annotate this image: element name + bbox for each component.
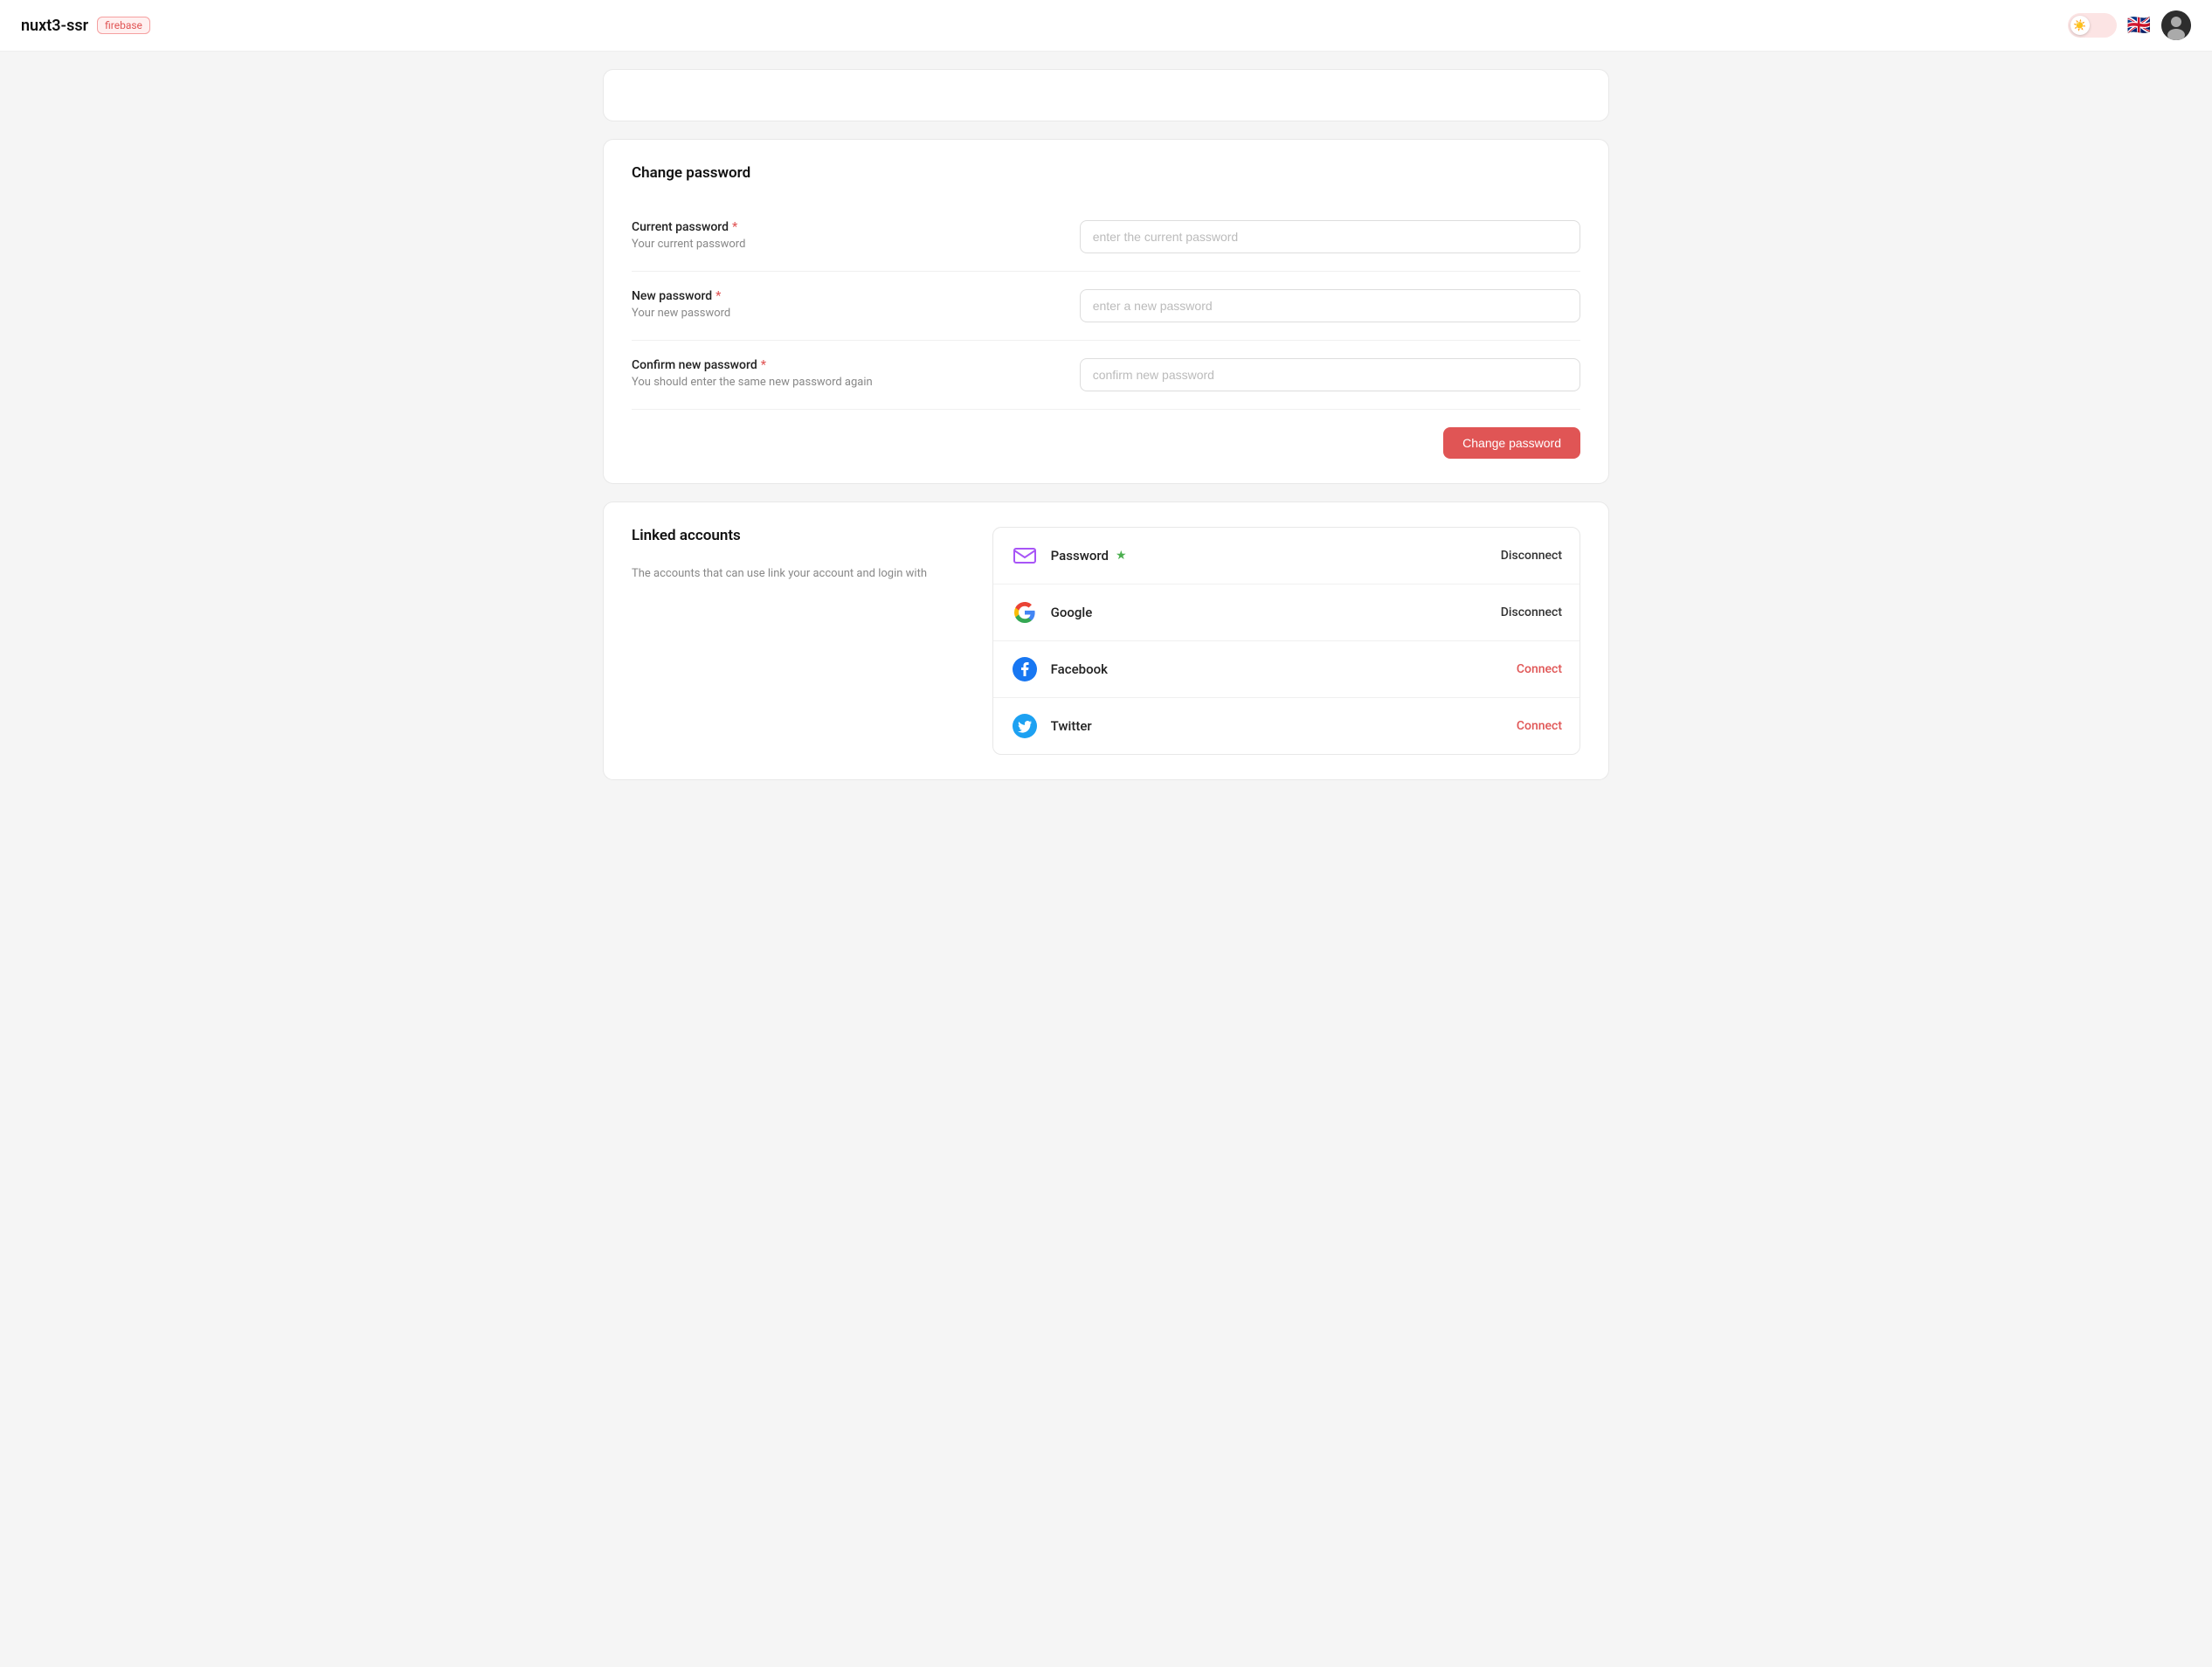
linked-accounts-left: Linked accounts The accounts that can us… [632,527,992,583]
new-password-row: New password * Your new password [632,272,1580,341]
sun-icon: ☀️ [2073,19,2086,31]
google-icon [1011,598,1039,626]
new-password-hint: Your new password [632,307,1059,320]
new-password-label-group: New password * Your new password [632,289,1059,320]
disconnect-button-password[interactable]: Disconnect [1501,549,1562,563]
confirm-password-hint: You should enter the same new password a… [632,376,1059,389]
change-password-card: Change password Current password * Your … [603,139,1609,484]
connect-button-twitter[interactable]: Connect [1517,719,1562,733]
app-title: nuxt3-ssr [21,17,88,35]
account-name-twitter: Twitter [1051,718,1504,734]
disconnect-button-google[interactable]: Disconnect [1501,605,1562,619]
new-password-input[interactable] [1080,289,1580,322]
current-password-label: Current password * [632,220,1059,234]
confirm-password-row: Confirm new password * You should enter … [632,341,1580,410]
twitter-icon [1011,712,1039,740]
account-row-twitter: Twitter Connect [993,698,1580,754]
current-password-label-group: Current password * Your current password [632,220,1059,251]
new-password-input-group [1080,289,1580,322]
current-password-row: Current password * Your current password [632,203,1580,272]
facebook-icon [1011,655,1039,683]
account-row-google: Google Disconnect [993,584,1580,641]
starred-icon: ★ [1116,549,1127,563]
linked-accounts-description: The accounts that can use link your acco… [632,565,971,583]
change-password-title: Change password [632,164,1580,182]
main-content: Change password Current password * Your … [582,52,1630,815]
account-row-password: Password ★ Disconnect [993,528,1580,584]
required-star-2: * [715,289,721,303]
header-right: ☀️ 🇬🇧 [2068,10,2191,40]
linked-accounts-title: Linked accounts [632,527,971,544]
account-row-facebook: Facebook Connect [993,641,1580,698]
new-password-label: New password * [632,289,1059,303]
current-password-hint: Your current password [632,238,1059,251]
firebase-badge: firebase [97,17,150,34]
app-header: nuxt3-ssr firebase ☀️ 🇬🇧 [0,0,2212,52]
confirm-password-label: Confirm new password * [632,358,1059,372]
required-star: * [732,220,737,234]
change-password-button[interactable]: Change password [1443,427,1580,459]
confirm-password-input[interactable] [1080,358,1580,391]
avatar[interactable] [2161,10,2191,40]
current-password-input-group [1080,220,1580,253]
linked-accounts-list: Password ★ Disconnect Google [992,527,1580,755]
flag-icon[interactable]: 🇬🇧 [2127,15,2151,37]
confirm-password-label-group: Confirm new password * You should enter … [632,358,1059,389]
account-name-google: Google [1051,605,1489,620]
top-card-strip [603,69,1609,121]
account-name-facebook: Facebook [1051,661,1504,677]
theme-toggle-thumb: ☀️ [2070,16,2090,35]
linked-accounts-card: Linked accounts The accounts that can us… [603,501,1609,780]
confirm-password-input-group [1080,358,1580,391]
required-star-3: * [761,358,766,372]
account-name-password: Password ★ [1051,548,1489,564]
form-actions: Change password [632,427,1580,459]
connect-button-facebook[interactable]: Connect [1517,662,1562,676]
mail-icon [1011,542,1039,570]
theme-toggle[interactable]: ☀️ [2068,13,2117,38]
header-left: nuxt3-ssr firebase [21,17,150,35]
current-password-input[interactable] [1080,220,1580,253]
